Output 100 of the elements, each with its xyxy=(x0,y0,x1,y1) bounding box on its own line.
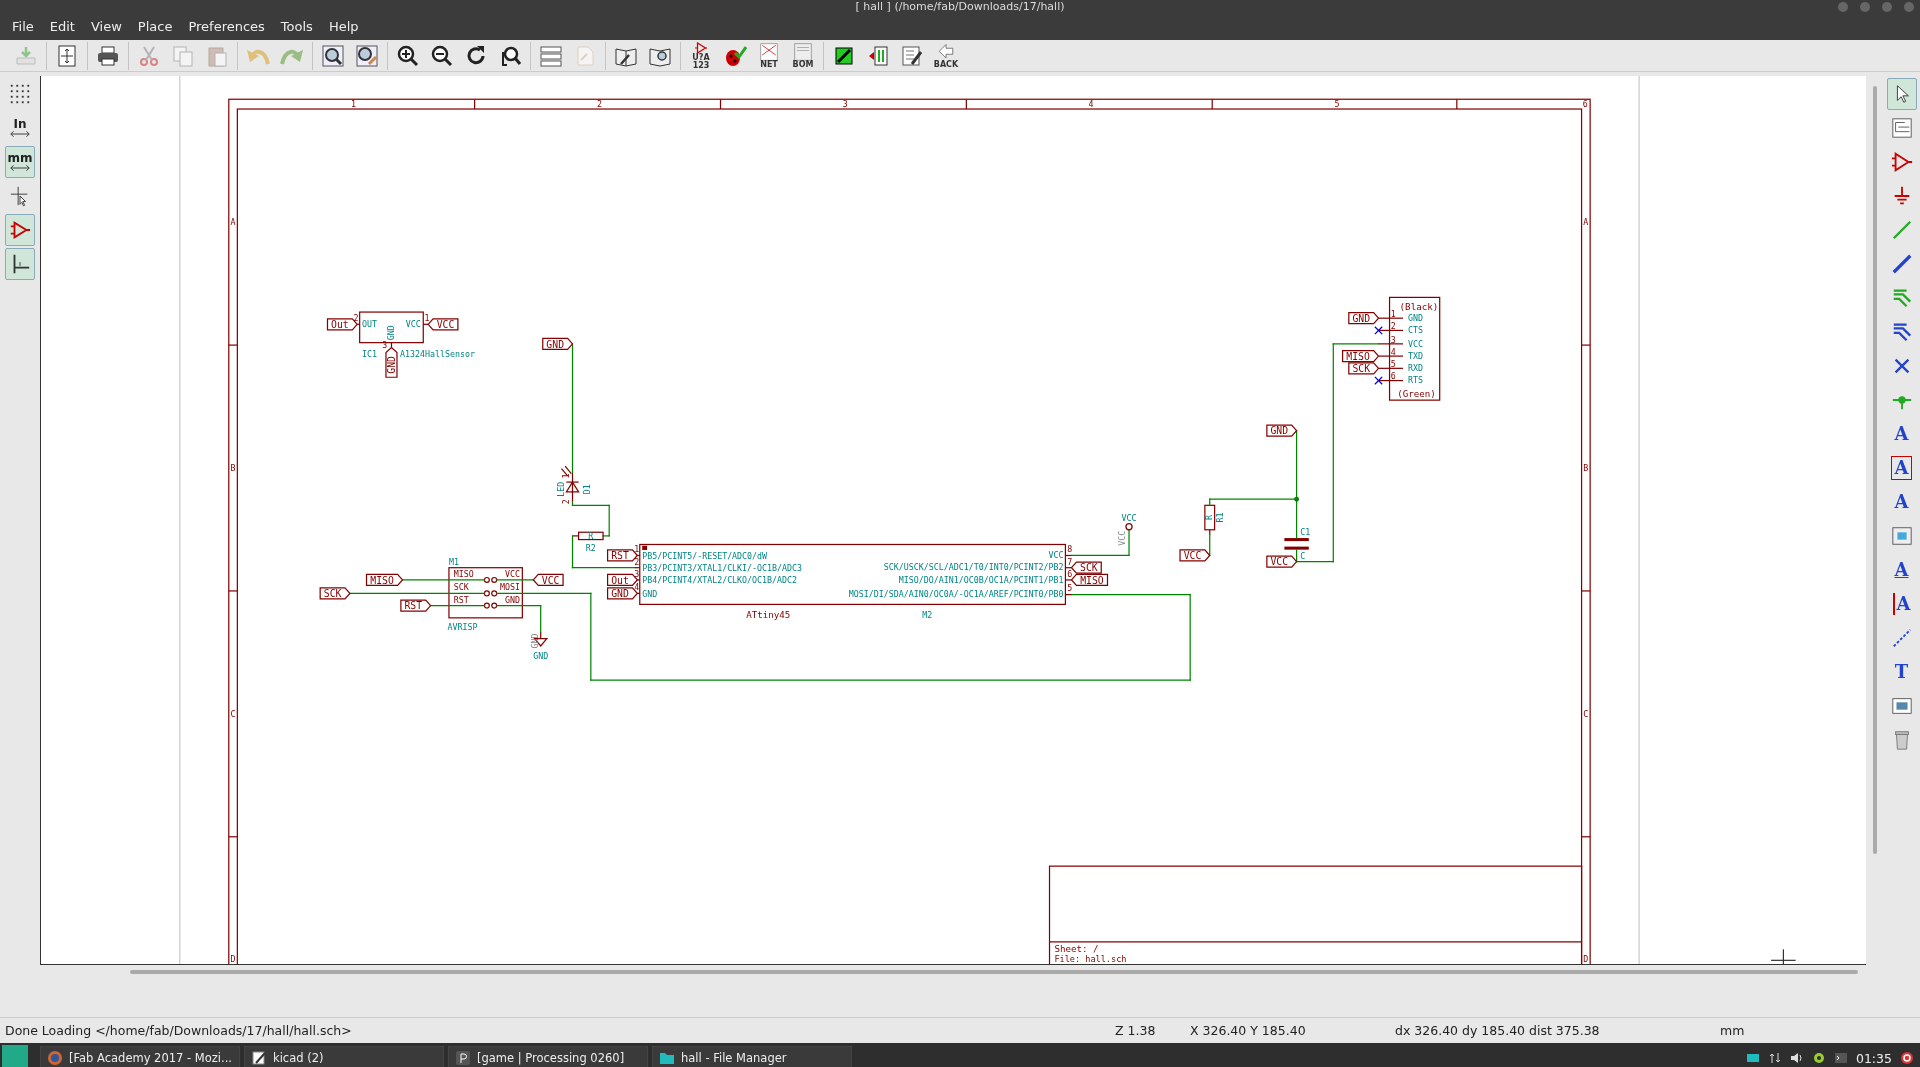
grid-icon xyxy=(9,83,31,105)
toolbar-button[interactable]: A xyxy=(1886,554,1917,586)
toolbar-button[interactable]: A xyxy=(1886,588,1917,620)
pin-line xyxy=(357,323,360,325)
pin-name: VCC xyxy=(1048,550,1064,561)
header-label: (Black) xyxy=(1399,301,1439,313)
toolbar-button[interactable]: U?A 123 xyxy=(686,41,716,70)
row-letter: C xyxy=(230,708,236,719)
folder-icon xyxy=(659,1050,675,1066)
start-menu-button[interactable] xyxy=(2,1045,28,1067)
pin-number: 2 xyxy=(634,556,640,567)
toolbar-button[interactable] xyxy=(5,248,35,280)
component-value: C xyxy=(1300,551,1306,562)
pin-name: MISO/DO/AIN1/OC0B/OC1A/PCINT1/PB1 xyxy=(898,574,1064,585)
menu-item[interactable]: Preferences xyxy=(180,16,273,38)
pin-name: SCK xyxy=(453,582,469,593)
menu-item[interactable]: File xyxy=(4,16,42,38)
toolbar-button[interactable]: BACK xyxy=(931,41,961,70)
pin-line xyxy=(634,567,640,569)
sheet-icon xyxy=(1890,525,1913,547)
gear-icon[interactable] xyxy=(1811,1051,1826,1065)
clock-time: 01:35 xyxy=(1855,1050,1892,1066)
scrollbar-thumb[interactable] xyxy=(1873,86,1877,854)
row-letter: B xyxy=(1583,463,1589,474)
taskbar-button[interactable]: hall - File Manager xyxy=(652,1046,852,1067)
toolbar-button[interactable]: BOM xyxy=(788,41,818,70)
document-icon xyxy=(794,42,812,61)
pin-number: 3 xyxy=(634,568,640,579)
column-number: 1 xyxy=(351,99,357,110)
pin-number: 3 xyxy=(382,339,388,350)
pin-number: 1 xyxy=(560,473,571,479)
reference-designator: GND xyxy=(530,633,541,649)
pin-number: 1 xyxy=(1390,308,1396,319)
toolbar-button[interactable]: T xyxy=(1886,656,1917,688)
scrollbar-thumb[interactable] xyxy=(130,970,1858,974)
volume-icon[interactable] xyxy=(1789,1051,1804,1065)
crosshair-cursor xyxy=(1770,948,1797,965)
no-connect-mark xyxy=(1374,326,1383,335)
toolbar-button[interactable]: A xyxy=(1886,418,1917,450)
pencil-page-icon xyxy=(900,43,924,68)
hierarchy-icon xyxy=(1890,117,1913,139)
global-label: GND xyxy=(1348,312,1380,325)
toolbar-button[interactable]: NET xyxy=(754,41,784,70)
header-label: (Green) xyxy=(1397,388,1436,400)
reference-designator: M2 xyxy=(922,609,933,620)
menu-item[interactable]: Tools xyxy=(272,16,321,38)
pin-number: 2 xyxy=(560,499,571,505)
taskbar-button[interactable]: [Fab Academy 2017 - Mozi... xyxy=(40,1046,240,1067)
toolbar-button[interactable]: A xyxy=(1886,486,1917,518)
pin-name: VCC xyxy=(504,569,520,580)
screen-icon[interactable] xyxy=(1745,1051,1760,1065)
pin-number: 6 xyxy=(1390,371,1396,382)
ruler-arrow-icon xyxy=(9,164,31,172)
taskbar-button[interactable]: [game | Processing 0260] xyxy=(448,1046,648,1067)
reference-designator: R1 xyxy=(1215,512,1226,523)
pin-name: GND xyxy=(504,594,520,605)
global-label: VCC xyxy=(1179,549,1211,562)
pin-name: MOSI xyxy=(499,582,520,593)
pin-number: 6 xyxy=(1067,568,1073,579)
menu-item[interactable]: Help xyxy=(320,16,367,38)
toolbar-button[interactable]: In xyxy=(5,112,35,144)
component-value: R xyxy=(588,530,594,541)
column-number: 4 xyxy=(1088,99,1094,110)
taskbar-button[interactable]: kicad (2) xyxy=(244,1046,444,1067)
pin-name: PB4/PCINT4/XTAL2/CLKO/OC1B/ADC2 xyxy=(642,575,798,586)
status-text: Z 1.38 xyxy=(1115,1023,1157,1038)
file-name: File: hall.sch xyxy=(1054,954,1127,965)
window-title: [ hall ] (/home/fab/Downloads/17/hall) xyxy=(855,0,1065,14)
pin-name: GND xyxy=(1407,312,1423,323)
pin-number: 7 xyxy=(1067,556,1073,567)
pin-name: MOSI/DI/SDA/AIN0/OC0A/-OC1A/AREF/PCINT0/PB0 xyxy=(848,589,1064,600)
zoom-out-icon xyxy=(430,43,454,68)
component-icon xyxy=(1890,151,1913,173)
network-icon[interactable] xyxy=(1767,1051,1782,1065)
row-letter: D xyxy=(1583,953,1589,964)
wire-icon xyxy=(1890,219,1913,241)
column-number: 5 xyxy=(1334,99,1340,110)
ground-symbol xyxy=(533,631,549,647)
menu-item[interactable]: Place xyxy=(129,16,181,38)
pin-name: RTS xyxy=(1407,375,1423,386)
toolbar-button[interactable] xyxy=(1886,78,1917,110)
status-text: dx 326.40 dy 185.40 dist 375.38 xyxy=(1395,1023,1601,1038)
power-flag-symbol xyxy=(1125,523,1133,531)
menu-item[interactable]: Edit xyxy=(41,16,83,38)
sheet-name: Sheet: / xyxy=(1054,943,1099,955)
toolbar-button[interactable]: mm xyxy=(5,146,35,178)
menu-item[interactable]: View xyxy=(82,16,130,38)
component-icon xyxy=(9,219,31,241)
pin-name: MISO xyxy=(453,569,474,580)
resistor-symbol xyxy=(1204,504,1216,536)
component-icon xyxy=(692,41,710,54)
column-number: 3 xyxy=(842,99,848,110)
pin-name: CTS xyxy=(1407,325,1423,336)
netlist-icon xyxy=(760,42,778,61)
global-label: SCK xyxy=(1348,362,1380,375)
power-icon[interactable] xyxy=(1900,1051,1914,1065)
pin-number: 1 xyxy=(634,544,640,555)
junction-dot xyxy=(1294,496,1300,502)
pin-name: GND xyxy=(642,588,658,599)
pin-number: 3 xyxy=(1390,334,1396,345)
